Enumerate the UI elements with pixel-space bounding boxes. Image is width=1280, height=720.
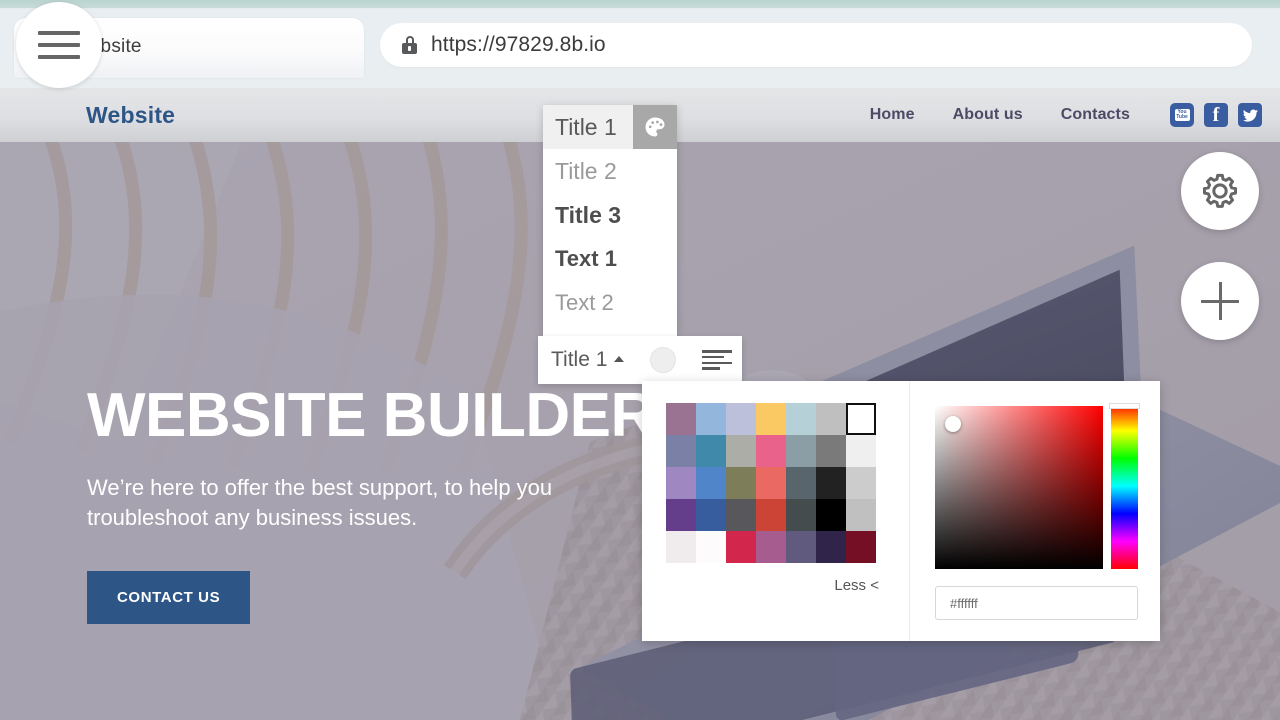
color-swatch-grid[interactable] — [666, 403, 876, 563]
chrome-top-edge — [0, 0, 1280, 8]
style-option-text-2[interactable]: Text 2 — [543, 281, 677, 325]
color-swatch[interactable] — [666, 435, 696, 467]
color-swatch[interactable] — [696, 435, 726, 467]
color-swatch[interactable] — [696, 531, 726, 563]
address-bar[interactable]: https://97829.8b.io — [380, 23, 1252, 67]
color-swatch[interactable] — [666, 467, 696, 499]
style-option-label: Text 1 — [555, 246, 617, 271]
color-swatch[interactable] — [756, 531, 786, 563]
color-swatch[interactable] — [726, 499, 756, 531]
palette-icon[interactable] — [633, 105, 677, 149]
style-option-label: Title 2 — [555, 157, 617, 184]
style-option-label: Text 2 — [555, 290, 614, 315]
hue-slider[interactable] — [1111, 403, 1138, 569]
color-swatch[interactable] — [846, 531, 876, 563]
contact-us-button[interactable]: CONTACT US — [87, 570, 251, 624]
align-left-icon[interactable] — [702, 350, 733, 370]
nav-link-contacts[interactable]: Contacts — [1061, 106, 1130, 124]
custom-color-panel — [910, 381, 1160, 641]
style-option-title-1[interactable]: Title 1 — [543, 105, 677, 149]
color-swatch[interactable] — [756, 403, 786, 435]
color-swatch[interactable] — [786, 531, 816, 563]
settings-fab[interactable] — [1181, 152, 1259, 230]
color-swatch[interactable] — [696, 499, 726, 531]
color-swatch[interactable] — [786, 499, 816, 531]
address-bar-url: https://97829.8b.io — [431, 33, 606, 56]
style-option-label: Title 3 — [555, 201, 622, 228]
hue-slider-handle[interactable] — [1109, 403, 1140, 409]
color-swatch[interactable] — [726, 531, 756, 563]
color-swatch[interactable] — [846, 403, 876, 435]
hamburger-icon-line-2 — [38, 43, 80, 47]
format-toolbar: Title 1 — [538, 336, 742, 384]
color-swatch[interactable] — [786, 467, 816, 499]
color-swatch[interactable] — [756, 499, 786, 531]
youtube-icon[interactable]: You Tube — [1170, 103, 1194, 127]
color-swatch[interactable] — [816, 435, 846, 467]
color-swatch[interactable] — [816, 403, 846, 435]
text-style-dropdown[interactable]: Title 1 Title 2 Title 3 Text 1 Text 2 — [543, 105, 677, 336]
style-option-title-3[interactable]: Title 3 — [543, 193, 677, 237]
hero-title: WEBSITE BUILDER — [87, 381, 655, 450]
color-swatch[interactable] — [846, 467, 876, 499]
color-swatch[interactable] — [756, 467, 786, 499]
color-swatch[interactable] — [846, 499, 876, 531]
color-swatch[interactable] — [666, 531, 696, 563]
site-logo[interactable]: Website — [86, 102, 175, 129]
hero-subtitle: We’re here to offer the best support, to… — [87, 475, 553, 531]
hex-color-input[interactable] — [935, 586, 1138, 620]
hamburger-icon-line-1 — [38, 31, 80, 35]
nav-link-about-us[interactable]: About us — [953, 106, 1023, 124]
style-option-title-2[interactable]: Title 2 — [543, 149, 677, 193]
site-nav: Home About us Contacts You Tube f — [832, 88, 1262, 142]
style-select[interactable]: Title 1 — [551, 348, 625, 372]
lock-icon — [402, 36, 417, 54]
saturation-value-area[interactable] — [935, 406, 1103, 569]
color-picker-popover: Less < — [642, 381, 1160, 641]
style-select-label: Title 1 — [551, 348, 608, 371]
app-root: WEBSITE BUILDER We’re here to offer the … — [0, 0, 1280, 720]
color-swatch[interactable] — [816, 467, 846, 499]
less-toggle-link[interactable]: Less < — [834, 577, 879, 594]
color-swatch[interactable] — [696, 467, 726, 499]
caret-up-icon — [614, 356, 625, 362]
color-swatch[interactable] — [786, 435, 816, 467]
add-fab[interactable] — [1181, 262, 1259, 340]
facebook-icon[interactable]: f — [1204, 103, 1228, 127]
hero-content: WEBSITE BUILDER We’re here to offer the … — [87, 385, 655, 624]
style-option-label: Title 1 — [555, 113, 617, 140]
color-swatch[interactable] — [726, 467, 756, 499]
gear-icon — [1203, 173, 1237, 208]
color-swatch[interactable] — [726, 403, 756, 435]
menu-fab[interactable] — [16, 2, 102, 88]
color-swatch[interactable] — [816, 531, 846, 563]
social-links: You Tube f — [1170, 103, 1262, 127]
color-swatch-panel: Less < — [642, 381, 910, 641]
text-color-swatch-button[interactable] — [650, 347, 677, 373]
color-swatch[interactable] — [696, 403, 726, 435]
twitter-icon[interactable] — [1238, 103, 1262, 127]
color-swatch[interactable] — [846, 435, 876, 467]
hamburger-icon-line-3 — [38, 55, 80, 59]
color-swatch[interactable] — [786, 403, 816, 435]
saturation-value-handle[interactable] — [945, 416, 961, 432]
color-swatch[interactable] — [666, 499, 696, 531]
nav-link-home[interactable]: Home — [870, 106, 915, 124]
palette-glyph — [645, 117, 665, 137]
plus-icon-vertical — [1218, 282, 1222, 320]
twitter-bird-glyph — [1242, 109, 1258, 122]
browser-chrome: Website https://97829.8b.io — [0, 0, 1280, 88]
color-swatch[interactable] — [726, 435, 756, 467]
color-swatch[interactable] — [816, 499, 846, 531]
style-option-text-1[interactable]: Text 1 — [543, 237, 677, 281]
color-swatch[interactable] — [666, 403, 696, 435]
color-swatch[interactable] — [756, 435, 786, 467]
